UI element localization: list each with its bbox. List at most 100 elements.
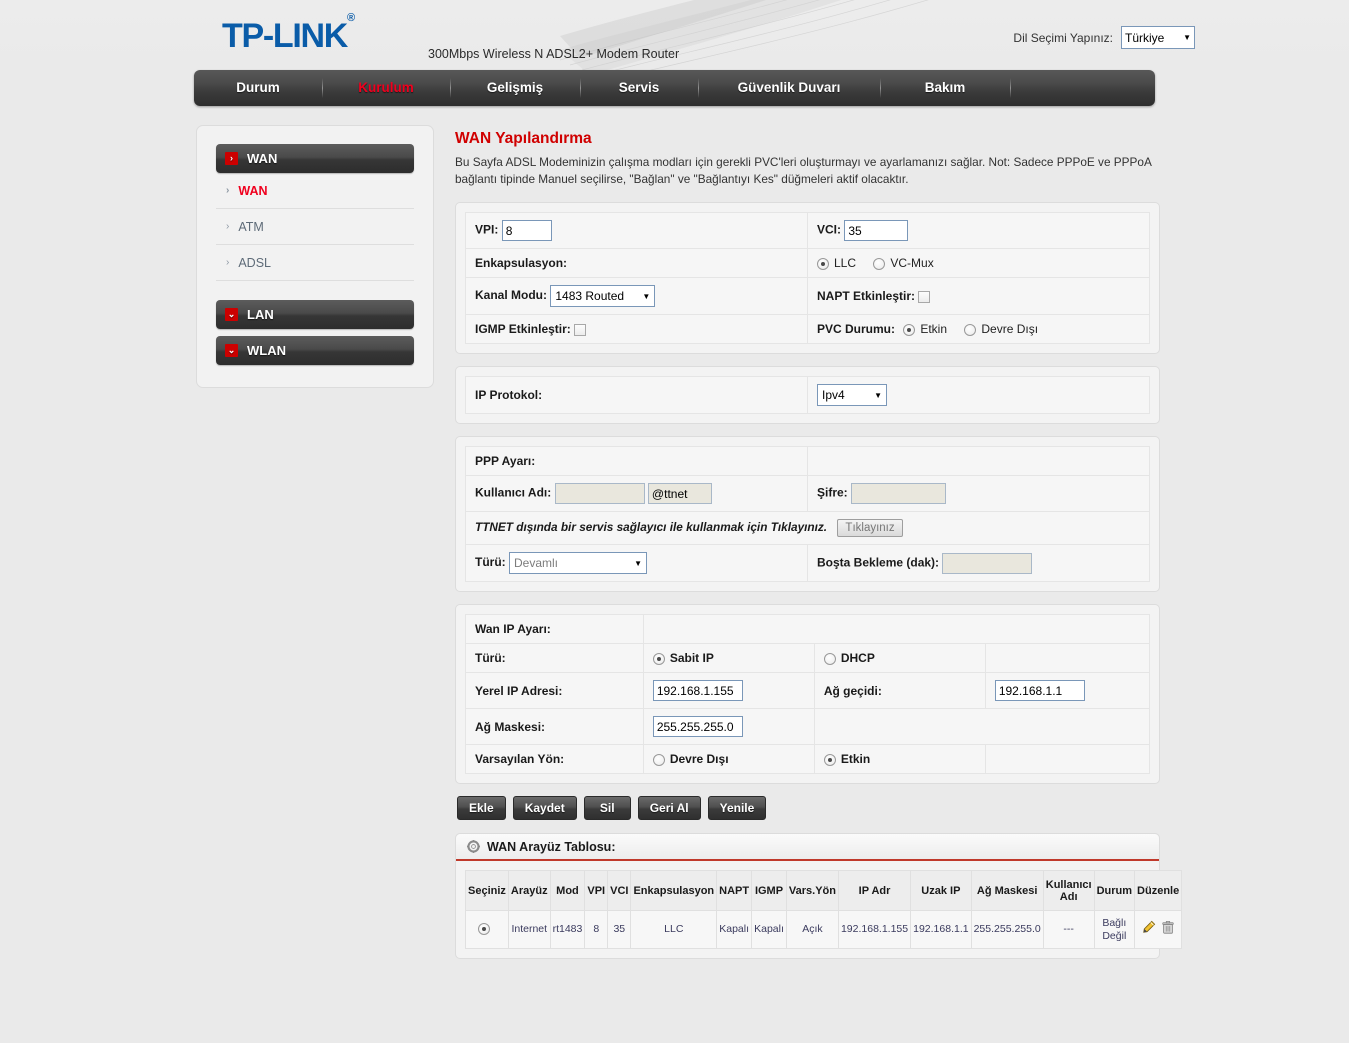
page-title: WAN Yapılandırma <box>455 130 592 147</box>
table-row: Ağ Maskesi: <box>465 708 1151 745</box>
default-route-disable-option[interactable]: Devre Dışı <box>652 752 729 766</box>
radio-vcmux[interactable] <box>873 257 886 270</box>
atm-settings-panel: VPI: VCI: Enkapsulasyon: LLC <box>455 202 1160 354</box>
pvc-status-cell: PVC Durumu: Etkin Devre Dışı <box>807 314 1150 344</box>
vpi-input[interactable] <box>501 220 552 241</box>
row-select-radio[interactable] <box>478 923 491 936</box>
pvc-enable-label: Etkin <box>920 322 948 336</box>
radio-static-ip[interactable] <box>652 652 665 665</box>
col-igmp: IGMP <box>751 870 787 911</box>
ip-protocol-select[interactable]: Ipv4 ▼ <box>817 384 887 406</box>
nav-item-kurulum[interactable]: Kurulum <box>322 70 450 106</box>
wan-type-dhcp-option[interactable]: DHCP <box>823 651 875 665</box>
row-vci: 35 <box>607 910 632 949</box>
ppp-type-select[interactable]: Devamlı ▼ <box>509 552 647 574</box>
table-row: IP Protokol: Ipv4 ▼ <box>465 376 1150 414</box>
channel-mode-select[interactable]: 1483 Routed ▼ <box>550 285 656 307</box>
wan-type-label-cell: Türü: <box>465 643 644 673</box>
encapsulation-vcmux-option[interactable]: VC-Mux <box>873 256 934 270</box>
radio-pvc-enable[interactable] <box>903 323 916 336</box>
sidebar-group-wlan[interactable]: ⌄ WLAN <box>216 336 414 365</box>
netmask-input[interactable] <box>652 716 743 737</box>
netmask-label-cell: Ağ Maskesi: <box>465 708 644 745</box>
netmask-spacer-cell <box>813 708 1151 745</box>
add-button[interactable]: Ekle <box>457 796 506 820</box>
row-default-route: Açık <box>785 910 839 949</box>
table-row: Türü: Sabit IP DHCP <box>465 643 1151 673</box>
pencil-icon[interactable] <box>1141 920 1159 938</box>
igmp-cell: IGMP Etkinleştir: <box>465 314 808 344</box>
wan-type-static-option[interactable]: Sabit IP <box>652 651 714 665</box>
undo-button[interactable]: Geri Al <box>637 796 701 820</box>
igmp-checkbox[interactable] <box>574 323 587 336</box>
gateway-input[interactable] <box>994 680 1085 701</box>
sidebar-item-wan[interactable]: › WAN <box>216 173 414 209</box>
delete-button[interactable]: Sil <box>583 796 631 820</box>
radio-route-disable[interactable] <box>652 753 665 766</box>
row-edit-cell <box>1134 910 1183 949</box>
col-arayuz: Arayüz <box>507 870 551 911</box>
table-row: IGMP Etkinleştir: PVC Durumu: Etkin Devr… <box>465 314 1150 344</box>
pvc-enable-option[interactable]: Etkin <box>903 322 947 336</box>
sidebar-group-lan-label: LAN <box>247 307 274 322</box>
chevron-down-icon: ▼ <box>642 291 651 301</box>
refresh-button[interactable]: Yenile <box>707 796 767 820</box>
pvc-disable-option[interactable]: Devre Dışı <box>964 322 1038 336</box>
wan-ip-settings-table: Wan IP Ayarı: Türü: Sabit IP DHCP Yerel … <box>465 614 1151 774</box>
encapsulation-llc-label: LLC <box>834 256 857 270</box>
save-button[interactable]: Kaydet <box>512 796 577 820</box>
radio-route-enable[interactable] <box>823 753 836 766</box>
default-route-enable-option[interactable]: Etkin <box>823 752 870 766</box>
nav-item-bakim[interactable]: Bakım <box>880 70 1010 106</box>
sidebar-group-wlan-label: WLAN <box>247 343 286 358</box>
sidebar-item-atm[interactable]: › ATM <box>216 209 414 245</box>
local-ip-input[interactable] <box>652 680 743 701</box>
idle-timeout-input[interactable] <box>942 552 1033 574</box>
ppp-note-button[interactable]: Tıklayınız <box>837 519 903 537</box>
nav-item-durum[interactable]: Durum <box>194 70 322 106</box>
password-input[interactable] <box>851 483 947 504</box>
row-encapsulation: LLC <box>630 910 718 949</box>
napt-checkbox[interactable] <box>918 290 931 303</box>
encapsulation-label: Enkapsulasyon: <box>475 256 568 270</box>
ip-protocol-label-cell: IP Protokol: <box>465 376 808 414</box>
table-row: Yerel IP Adresi: Ağ geçidi: <box>465 672 1151 709</box>
sidebar-item-adsl[interactable]: › ADSL <box>216 245 414 281</box>
wan-type-dhcp-cell: DHCP <box>813 643 986 673</box>
gateway-label-cell: Ağ geçidi: <box>813 672 986 709</box>
col-ip-adr: IP Adr <box>837 870 912 911</box>
wan-ip-settings-panel: Wan IP Ayarı: Türü: Sabit IP DHCP Yerel … <box>455 604 1160 784</box>
username-label: Kullanıcı Adı: <box>475 485 552 500</box>
sidebar-wan-sublist: › WAN › ATM › ADSL <box>216 173 414 281</box>
gateway-value-cell <box>984 672 1151 709</box>
nav-item-servis[interactable]: Servis <box>580 70 698 106</box>
main-content: WAN Yapılandırma Bu Sayfa ADSL Modeminiz… <box>455 106 1183 959</box>
table-row: PPP Ayarı: <box>465 446 1150 476</box>
radio-dhcp[interactable] <box>823 652 836 665</box>
row-status: Bağlı Değil <box>1093 910 1136 949</box>
default-route-label-cell: Varsayılan Yön: <box>465 744 644 774</box>
sidebar-group-wan[interactable]: › WAN <box>216 144 414 173</box>
igmp-label: IGMP Etkinleştir: <box>475 322 571 336</box>
radio-llc[interactable] <box>817 257 829 270</box>
trash-icon[interactable] <box>1161 921 1175 938</box>
radio-pvc-disable[interactable] <box>964 323 977 336</box>
table-row: Kanal Modu: 1483 Routed ▼ NAPT Etkinleşt… <box>465 277 1150 315</box>
nav-item-gelismis[interactable]: Gelişmiş <box>450 70 580 106</box>
username-input[interactable] <box>554 483 645 504</box>
nav-item-guvenlik-duvari[interactable]: Güvenlik Duvarı <box>698 70 880 106</box>
row-mode: rt1483 <box>549 910 586 949</box>
sidebar-group-wan-label: WAN <box>247 151 278 166</box>
product-model-label: 300Mbps Wireless N ADSL2+ Modem Router <box>428 47 680 61</box>
language-select[interactable]: Türkiye ▼ <box>1121 26 1195 49</box>
ip-protocol-value-cell: Ipv4 ▼ <box>807 376 1150 414</box>
wan-interface-table-header: WAN Arayüz Tablosu: <box>456 834 1159 861</box>
pvc-disable-label: Devre Dışı <box>981 322 1039 336</box>
pvc-status-label: PVC Durumu: <box>817 322 895 336</box>
chevron-right-icon: › <box>226 185 230 196</box>
vci-input[interactable] <box>844 220 909 241</box>
encapsulation-llc-option[interactable]: LLC <box>817 256 856 270</box>
ppp-type-cell: Türü: Devamlı ▼ <box>465 544 808 582</box>
domain-suffix-input[interactable] <box>647 483 712 504</box>
sidebar-group-lan[interactable]: ⌄ LAN <box>216 300 414 329</box>
